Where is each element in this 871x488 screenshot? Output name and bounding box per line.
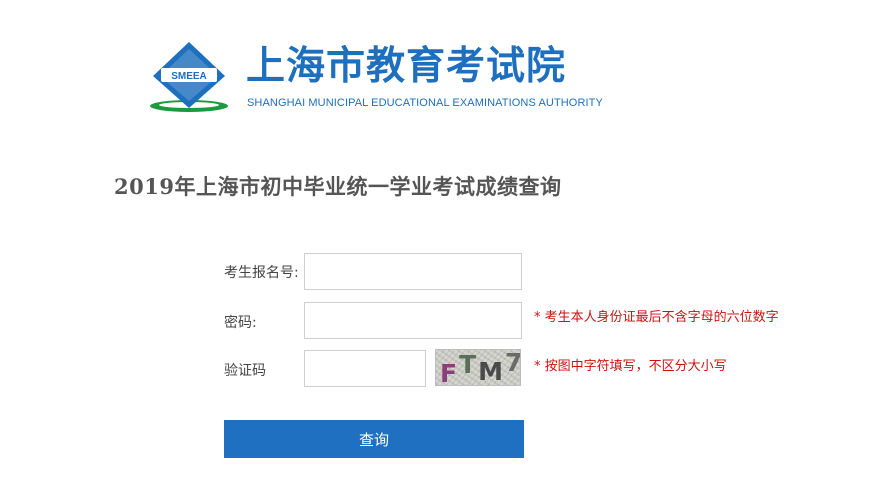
captcha-label: 验证码 [224, 363, 266, 379]
captcha-hint: * 按图中字符填写，不区分大小写 [534, 359, 727, 374]
page-title: 2019年上海市初中毕业统一学业考试成绩查询 [114, 174, 562, 199]
org-name-chinese: 上海市教育考试院 [246, 44, 567, 89]
captcha-image-text: FTM7 [440, 350, 520, 386]
captcha-input[interactable] [304, 350, 426, 387]
site-header: SMEEA 上海市教育考试院 SHANGHAI MUNICIPAL EDUCAT… [148, 40, 608, 116]
org-name-english: SHANGHAI MUNICIPAL EDUCATIONAL EXAMINATI… [247, 97, 603, 109]
logo-text: SMEEA [171, 71, 207, 82]
query-button[interactable]: 查询 [224, 420, 524, 458]
password-hint: * 考生本人身份证最后不含字母的六位数字 [534, 310, 779, 325]
captcha-image[interactable]: FTM7 [435, 349, 521, 386]
password-input[interactable] [304, 302, 522, 339]
exam-number-input[interactable] [304, 253, 522, 290]
exam-number-label: 考生报名号: [224, 265, 299, 281]
password-label: 密码: [224, 315, 257, 331]
smeea-logo: SMEEA [150, 42, 228, 112]
